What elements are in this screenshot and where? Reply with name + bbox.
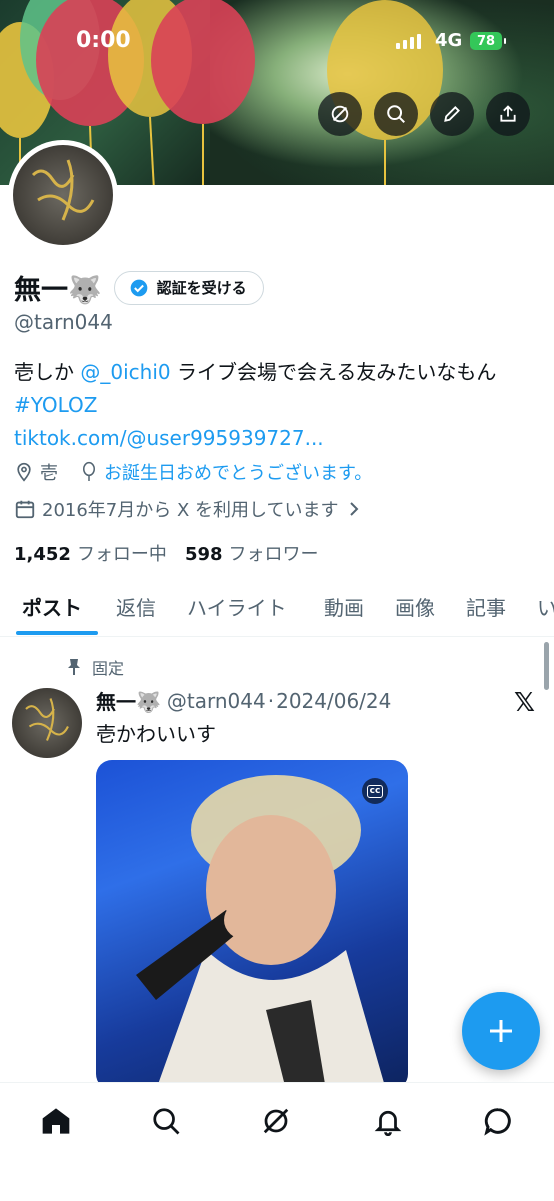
- bio-text: 壱しか: [14, 360, 81, 384]
- profile-handle: @tarn044: [14, 310, 113, 334]
- share-button[interactable]: [486, 92, 530, 136]
- chevron-right-icon: [349, 502, 358, 516]
- profile-website-link[interactable]: tiktok.com/@user995939727...: [14, 426, 324, 450]
- following-link[interactable]: 1,452 フォロー中: [14, 540, 167, 566]
- bio-text-2: ライブ会場で会える友みたいなもん: [170, 360, 497, 384]
- video-thumbnail: [136, 775, 386, 1090]
- post-date[interactable]: 2024/06/24: [276, 689, 391, 713]
- profile-location: 壱: [40, 463, 58, 484]
- network-type: 4G: [435, 30, 463, 51]
- bottom-navigation: [0, 1082, 554, 1201]
- profile-name-row: 無一🐺 認証を受ける: [14, 268, 264, 307]
- post-author-name[interactable]: 無一🐺: [96, 686, 161, 715]
- scrollbar[interactable]: [544, 642, 549, 690]
- follow-counts: 1,452 フォロー中 598 フォロワー: [14, 540, 319, 566]
- tab-posts[interactable]: ポスト: [22, 592, 82, 621]
- nav-home[interactable]: [36, 1101, 76, 1141]
- nav-messages[interactable]: [478, 1101, 518, 1141]
- joined-date: 2016年7月から X を利用しています: [42, 500, 339, 521]
- tab-replies[interactable]: 返信: [116, 592, 156, 621]
- profile-joined-row[interactable]: 2016年7月から X を利用しています: [14, 496, 361, 522]
- verified-badge-icon: [130, 279, 147, 296]
- grok-button[interactable]: [318, 92, 362, 136]
- tab-articles[interactable]: 記事: [466, 592, 506, 621]
- following-count: 1,452: [14, 544, 71, 565]
- search-icon: [387, 105, 405, 123]
- signal-icon: [396, 34, 421, 49]
- tab-highlights[interactable]: ハイライト: [187, 592, 287, 621]
- grok-icon: [331, 105, 349, 123]
- search-button[interactable]: [374, 92, 418, 136]
- location-icon: [17, 462, 31, 482]
- compose-post-button[interactable]: [462, 992, 540, 1070]
- x-logo-icon[interactable]: 𝕏: [514, 688, 535, 718]
- profile-bio: 壱しか @_0ichi0 ライブ会場で会える友みたいなもん #YOLOZ tik…: [14, 356, 534, 455]
- get-verified-button[interactable]: 認証を受ける: [113, 270, 264, 305]
- closed-caption-label: cc: [366, 784, 384, 798]
- bell-icon: [374, 1110, 402, 1136]
- following-label: フォロー中: [76, 544, 167, 565]
- status-time: 0:00: [76, 28, 131, 53]
- search-icon: [153, 1108, 180, 1135]
- tab-videos[interactable]: 動画: [324, 592, 364, 621]
- tab-images[interactable]: 画像: [395, 592, 435, 621]
- nav-notifications[interactable]: [368, 1101, 408, 1141]
- calendar-icon: [15, 500, 35, 519]
- nav-grok[interactable]: [256, 1101, 296, 1141]
- post-text: 壱かわいいす: [96, 722, 216, 746]
- nav-explore[interactable]: [146, 1101, 186, 1141]
- status-bar: 0:00 4G 78: [0, 0, 554, 80]
- pinned-label-row: 固定: [66, 655, 124, 679]
- profile-meta-row: 壱 お誕生日おめでとうございます。: [14, 459, 372, 485]
- avatar-image: [13, 145, 113, 245]
- active-tab-indicator: [16, 631, 98, 635]
- post-author-avatar[interactable]: [12, 688, 82, 758]
- pinned-label: 固定: [92, 659, 125, 678]
- profile-tabs: ポスト 返信 ハイライト 動画 画像 記事 い: [0, 582, 554, 637]
- profile-name: 無一🐺: [14, 275, 102, 306]
- post-header: 無一🐺 @tarn044 · 2024/06/24: [96, 686, 391, 715]
- profile-avatar[interactable]: [8, 140, 118, 250]
- post-author-handle[interactable]: @tarn044: [167, 689, 266, 713]
- plus-icon: [490, 1020, 512, 1042]
- pencil-icon: [444, 106, 460, 122]
- edit-button[interactable]: [430, 92, 474, 136]
- home-icon: [42, 1108, 70, 1134]
- pin-icon: [68, 659, 80, 675]
- followers-link[interactable]: 598 フォロワー: [185, 540, 319, 566]
- closed-caption-icon[interactable]: cc: [362, 778, 388, 804]
- balloon-icon: [83, 461, 95, 481]
- followers-label: フォロワー: [228, 544, 319, 565]
- post-video[interactable]: cc: [96, 760, 408, 1090]
- tab-likes[interactable]: い: [537, 592, 554, 621]
- verify-label: 認証を受ける: [156, 279, 247, 297]
- battery-icon: 78: [470, 32, 506, 50]
- share-icon: [500, 105, 516, 122]
- bio-mention-link[interactable]: @_0ichi0: [80, 360, 170, 384]
- chat-bubble-icon: [484, 1108, 511, 1136]
- post-separator: ·: [267, 688, 275, 713]
- bio-hashtag-link[interactable]: #YOLOZ: [14, 393, 98, 417]
- grok-icon: [263, 1108, 289, 1134]
- followers-count: 598: [184, 544, 223, 565]
- birthday-link[interactable]: お誕生日おめでとうございます。: [104, 459, 372, 485]
